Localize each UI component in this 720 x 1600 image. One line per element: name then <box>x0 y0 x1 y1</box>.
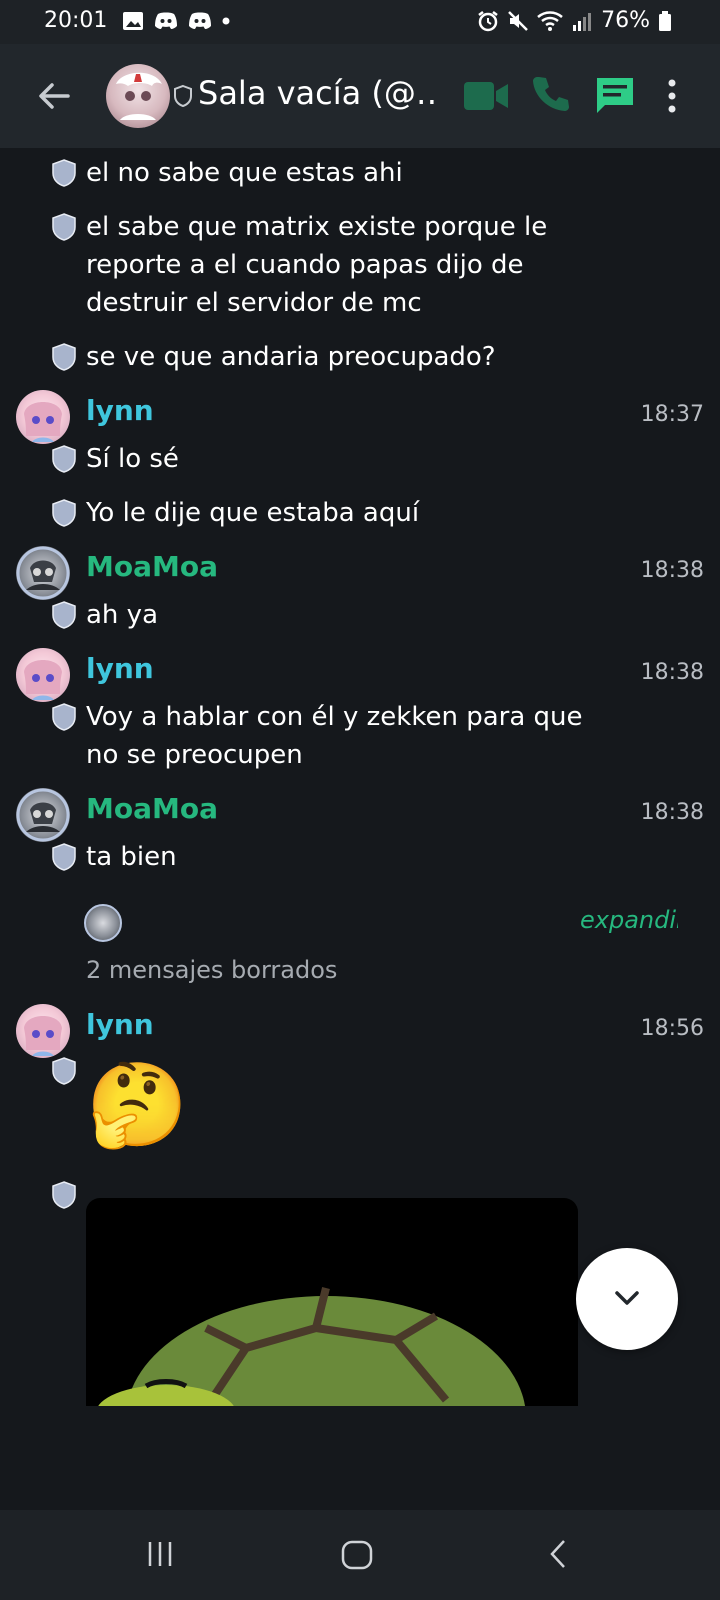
status-time: 20:01 <box>44 8 108 33</box>
encryption-shield-icon[interactable] <box>50 498 78 528</box>
video-call-icon[interactable] <box>462 78 510 114</box>
message-timestamp: 18:37 <box>640 402 704 427</box>
more-options-icon[interactable] <box>664 76 680 116</box>
deleted-messages-label: 2 mensajes borrados <box>86 956 338 984</box>
expand-deleted-link[interactable]: expandir <box>580 906 678 934</box>
message-body[interactable]: el sabe que matrix existe porque le repo… <box>86 208 626 322</box>
message-body[interactable]: el no sabe que estas ahi <box>86 154 646 192</box>
message-timestamp: 18:38 <box>640 660 704 685</box>
sender-name[interactable]: MoaMoa <box>86 550 218 583</box>
thinking-emoji[interactable]: 🤔 <box>86 1058 188 1154</box>
deleted-sender-avatar <box>84 904 122 942</box>
room-header: Sala vacía (@… <box>0 44 720 148</box>
turtle-image <box>98 1287 525 1406</box>
encryption-shield-icon[interactable] <box>50 600 78 630</box>
avatar[interactable] <box>16 546 70 600</box>
encryption-shield-icon[interactable] <box>50 444 78 474</box>
encryption-shield-icon[interactable] <box>50 1056 78 1086</box>
encryption-shield-icon[interactable] <box>50 212 78 242</box>
battery-icon <box>659 10 671 31</box>
sender-name[interactable]: lynn <box>86 394 154 427</box>
encryption-shield-icon[interactable] <box>50 342 78 372</box>
mute-icon <box>508 10 528 31</box>
threads-icon[interactable] <box>594 74 636 116</box>
back-arrow-icon[interactable] <box>34 76 74 116</box>
message-timestamp: 18:38 <box>640 800 704 825</box>
recent-apps-icon[interactable] <box>144 1538 176 1570</box>
message-body[interactable]: se ve que andaria preocupado? <box>86 338 646 376</box>
encryption-shield-icon[interactable] <box>50 1180 78 1210</box>
message-timeline[interactable]: el no sabe que estas ahi el sabe que mat… <box>0 148 720 1406</box>
encryption-shield-icon[interactable] <box>50 702 78 732</box>
sender-name[interactable]: lynn <box>86 1008 154 1041</box>
message-body[interactable]: ta bien <box>86 838 646 876</box>
scroll-to-bottom-button[interactable] <box>576 1248 678 1350</box>
room-title[interactable]: Sala vacía (@… <box>198 74 438 112</box>
message-body[interactable]: Sí lo sé <box>86 440 646 478</box>
discord-icon <box>155 12 177 29</box>
voice-call-icon[interactable] <box>530 74 570 114</box>
system-navigation-bar <box>0 1510 720 1600</box>
avatar[interactable] <box>16 390 70 444</box>
encryption-shield-icon[interactable] <box>50 842 78 872</box>
image-message[interactable] <box>86 1198 578 1406</box>
message-timestamp: 18:38 <box>640 558 704 583</box>
battery-level: 76% <box>601 8 650 33</box>
discord-icon <box>189 12 211 29</box>
status-bar: 20:01 76% <box>0 0 720 44</box>
chevron-down-icon <box>615 1291 639 1305</box>
avatar[interactable] <box>16 648 70 702</box>
back-nav-icon[interactable] <box>544 1538 576 1570</box>
message-body[interactable]: ah ya <box>86 596 646 634</box>
sender-name[interactable]: MoaMoa <box>86 792 218 825</box>
message-body[interactable]: Yo le dije que estaba aquí <box>86 494 646 532</box>
dot-icon <box>222 17 230 25</box>
message-body[interactable]: Voy a hablar con él y zekken para que no… <box>86 698 616 774</box>
sender-name[interactable]: lynn <box>86 652 154 685</box>
wifi-icon <box>537 10 563 31</box>
home-icon[interactable] <box>340 1538 374 1572</box>
avatar[interactable] <box>16 788 70 842</box>
room-avatar[interactable] <box>106 64 170 128</box>
message-timestamp: 18:56 <box>640 1016 704 1041</box>
room-shield-icon <box>174 84 192 108</box>
avatar[interactable] <box>16 1004 70 1058</box>
gallery-icon <box>123 12 143 30</box>
encryption-shield-icon[interactable] <box>50 158 78 188</box>
signal-icon <box>573 12 592 31</box>
alarm-icon <box>478 10 498 31</box>
